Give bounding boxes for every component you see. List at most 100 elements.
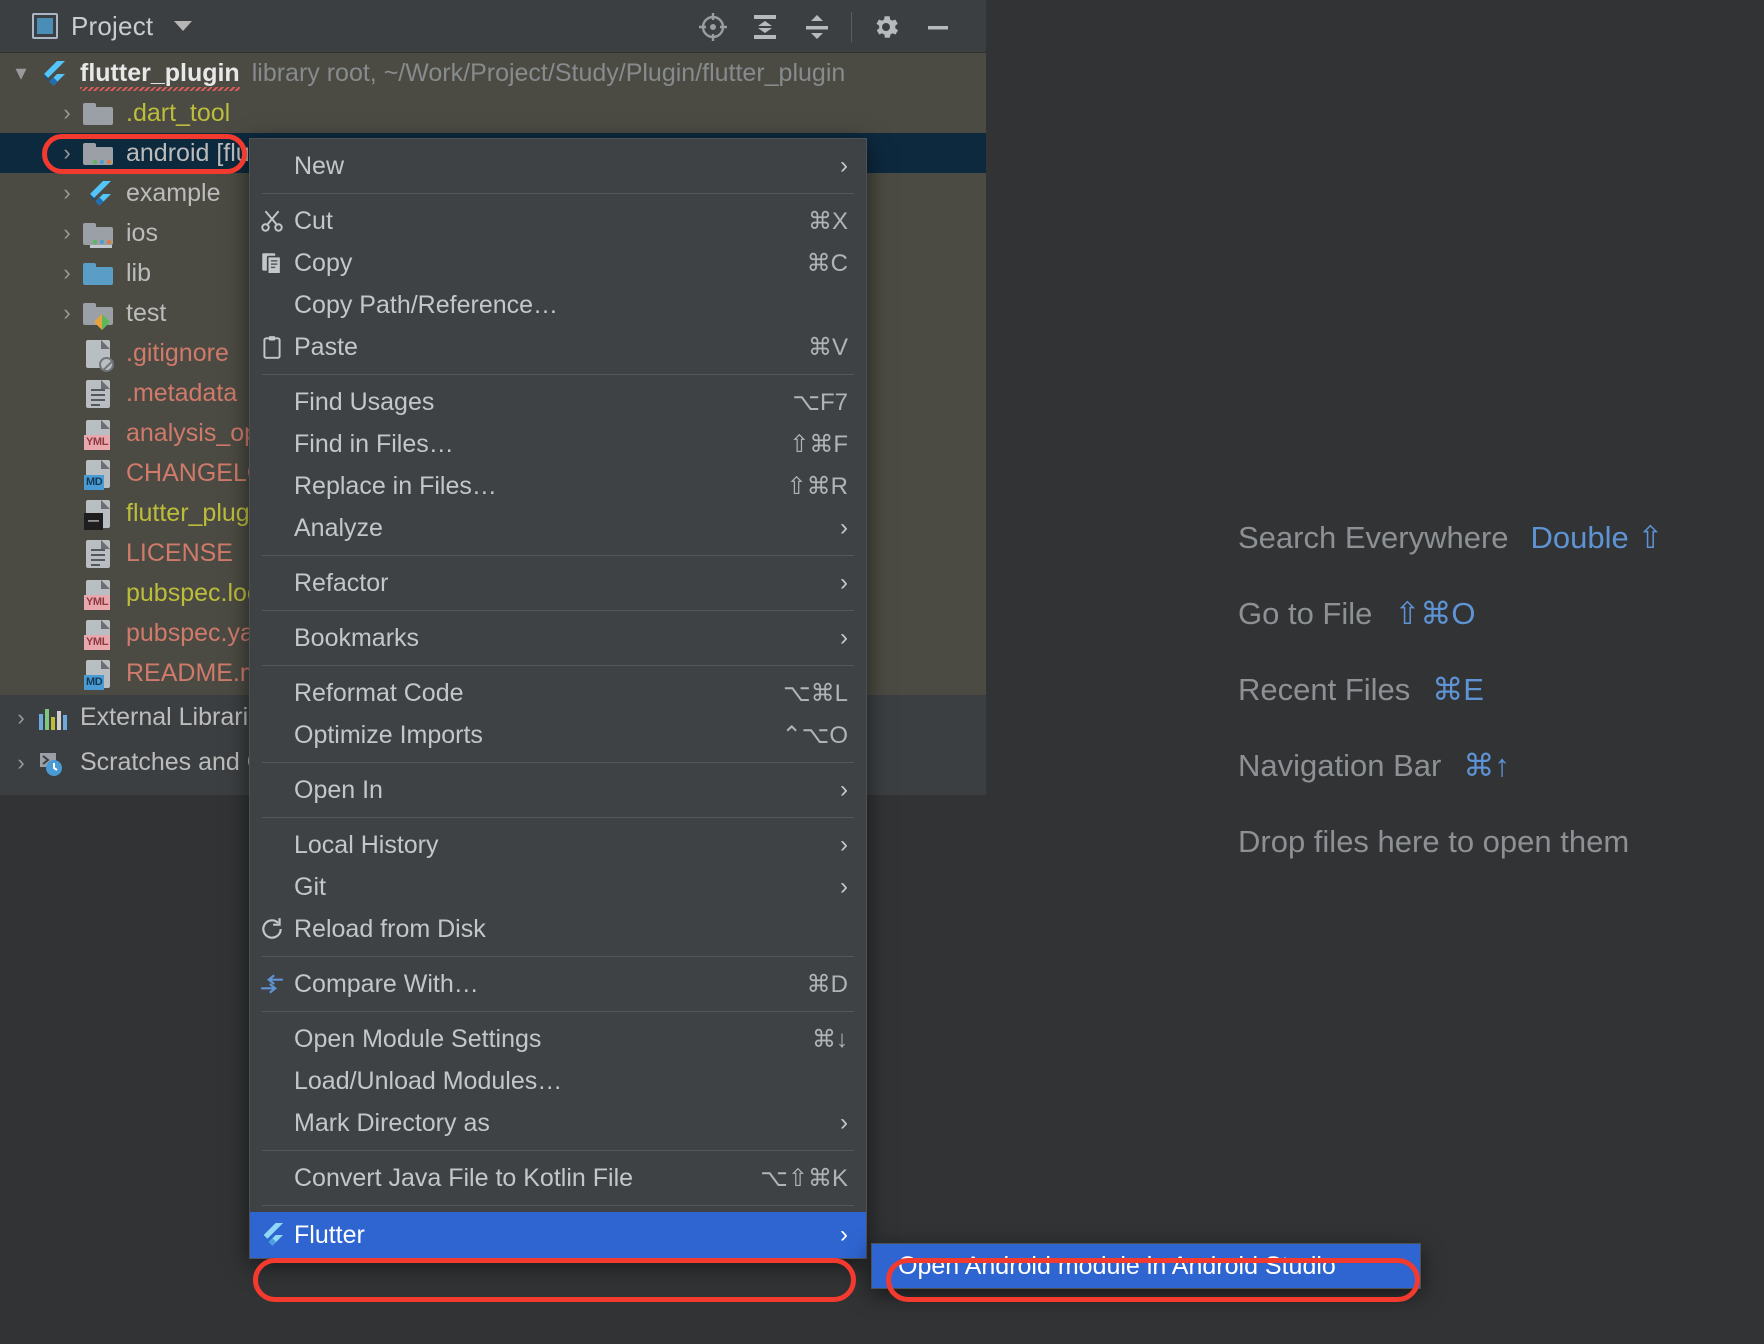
menu-item-load-unload-modules[interactable]: Load/Unload Modules…: [250, 1060, 866, 1102]
minimize-icon[interactable]: [912, 0, 964, 53]
hint-label: Navigation Bar: [1238, 748, 1442, 783]
menu-separator: [262, 1011, 854, 1012]
external-libraries-icon: [36, 703, 70, 733]
menu-item-label: Copy Path/Reference…: [294, 290, 559, 319]
hint-shortcut: ⌘E: [1432, 672, 1484, 707]
menu-item-convert-java-to-kotlin[interactable]: Convert Java File to Kotlin File ⌥⇧⌘K: [250, 1157, 866, 1199]
gear-icon[interactable]: [860, 0, 912, 53]
hint-label: Search Everywhere: [1238, 520, 1509, 555]
menu-separator: [262, 817, 854, 818]
menu-item-shortcut: ⌃⌥O: [781, 721, 848, 749]
tool-window-title-group[interactable]: Project: [0, 11, 193, 42]
chevron-right-icon[interactable]: ›: [6, 750, 36, 776]
tree-row-dart-tool[interactable]: › .dart_tool: [0, 93, 986, 133]
folder-blue-icon: [82, 258, 116, 288]
copy-icon: [250, 250, 294, 276]
file-yml-icon: YML: [82, 418, 116, 450]
scissors-icon: [250, 208, 294, 234]
menu-item-find-in-files[interactable]: Find in Files… ⇧⌘F: [250, 423, 866, 465]
menu-item-git[interactable]: Git ›: [250, 866, 866, 908]
file-yml-icon: YML: [82, 618, 116, 650]
chevron-right-icon: ›: [840, 1221, 848, 1248]
tree-row-label: example: [126, 178, 221, 207]
menu-item-optimize-imports[interactable]: Optimize Imports ⌃⌥O: [250, 714, 866, 756]
menu-item-open-module-settings[interactable]: Open Module Settings ⌘↓: [250, 1018, 866, 1060]
chevron-down-icon[interactable]: ▾: [6, 60, 36, 86]
menu-item-label: Optimize Imports: [294, 720, 483, 749]
menu-item-label: New: [294, 151, 345, 180]
chevron-right-icon[interactable]: ›: [52, 260, 82, 286]
menu-item-shortcut: ⌥⌘L: [782, 679, 848, 707]
chevron-right-icon[interactable]: ›: [52, 220, 82, 246]
chevron-right-icon[interactable]: ›: [52, 180, 82, 206]
menu-separator: [262, 956, 854, 957]
tool-window-header: Project: [0, 0, 986, 53]
menu-item-local-history[interactable]: Local History ›: [250, 824, 866, 866]
tree-row-suffix: library root, ~/Work/Project/Study/Plugi…: [251, 58, 846, 87]
file-md-icon: MD: [82, 658, 116, 690]
menu-item-analyze[interactable]: Analyze ›: [250, 507, 866, 549]
file-ignore-icon: [82, 338, 116, 372]
menu-item-copy-path-reference[interactable]: Copy Path/Reference…: [250, 284, 866, 326]
menu-separator: [262, 555, 854, 556]
menu-item-flutter[interactable]: Flutter ›: [250, 1212, 866, 1258]
tree-row-label: .metadata: [126, 378, 238, 407]
menu-item-copy[interactable]: Copy ⌘C: [250, 242, 866, 284]
menu-item-label: Local History: [294, 830, 439, 859]
project-icon: [32, 13, 58, 39]
editor-hints: Search Everywhere Double ⇧ Go to File ⇧⌘…: [1238, 520, 1663, 900]
chevron-right-icon[interactable]: ›: [52, 100, 82, 126]
chevron-down-icon[interactable]: [174, 21, 193, 31]
menu-item-label: Open Module Settings: [294, 1024, 542, 1053]
chevron-right-icon[interactable]: ›: [52, 140, 82, 166]
locate-icon[interactable]: [687, 0, 739, 53]
menu-item-new[interactable]: New ›: [250, 145, 866, 187]
hint-search-everywhere: Search Everywhere Double ⇧: [1238, 520, 1663, 556]
menu-item-open-in[interactable]: Open In ›: [250, 769, 866, 811]
chevron-right-icon: ›: [840, 569, 848, 596]
collapse-all-icon[interactable]: [791, 0, 843, 53]
folder-module-icon: [82, 218, 116, 248]
menu-item-find-usages[interactable]: Find Usages ⌥F7: [250, 381, 866, 423]
menu-item-reformat-code[interactable]: Reformat Code ⌥⌘L: [250, 672, 866, 714]
menu-item-reload-from-disk[interactable]: Reload from Disk: [250, 908, 866, 950]
submenu-item-open-android-module[interactable]: Open Android module in Android Studio: [872, 1244, 1420, 1288]
tree-row-flutter-plugin[interactable]: ▾ flutter_plugin library root, ~/Work/Pr…: [0, 53, 986, 93]
menu-item-label: Mark Directory as: [294, 1108, 490, 1137]
menu-item-label: Find Usages: [294, 387, 435, 416]
menu-item-paste[interactable]: Paste ⌘V: [250, 326, 866, 368]
menu-item-shortcut: ⌥⇧⌘K: [760, 1164, 848, 1192]
menu-item-label: Cut: [294, 206, 333, 235]
tool-window-actions: [687, 0, 986, 53]
context-menu[interactable]: New › Cut ⌘X Copy ⌘C Copy Path/Reference…: [249, 138, 867, 1259]
menu-item-bookmarks[interactable]: Bookmarks ›: [250, 617, 866, 659]
folder-module-icon: [82, 138, 116, 168]
menu-item-label: Replace in Files…: [294, 471, 497, 500]
menu-item-mark-directory-as[interactable]: Mark Directory as ›: [250, 1102, 866, 1144]
menu-item-shortcut: ⌥F7: [792, 388, 848, 416]
chevron-right-icon[interactable]: ›: [6, 705, 36, 731]
chevron-right-icon: ›: [840, 624, 848, 651]
chevron-right-icon[interactable]: ›: [52, 300, 82, 326]
tree-row-label: test: [126, 298, 167, 327]
flutter-submenu[interactable]: Open Android module in Android Studio: [871, 1243, 1421, 1289]
menu-item-label: Open In: [294, 775, 383, 804]
menu-item-replace-in-files[interactable]: Replace in Files… ⇧⌘R: [250, 465, 866, 507]
menu-item-cut[interactable]: Cut ⌘X: [250, 200, 866, 242]
hint-shortcut: ⇧⌘O: [1394, 596, 1476, 631]
menu-item-label: Bookmarks: [294, 623, 420, 652]
file-yml-icon: YML: [82, 578, 116, 610]
chevron-right-icon: ›: [840, 776, 848, 803]
menu-separator: [262, 762, 854, 763]
menu-item-refactor[interactable]: Refactor ›: [250, 562, 866, 604]
menu-item-label: Reload from Disk: [294, 914, 486, 943]
hint-drop-files: Drop files here to open them: [1238, 824, 1663, 860]
menu-item-label: Git: [294, 872, 326, 901]
hint-label: Recent Files: [1238, 672, 1411, 707]
expand-all-icon[interactable]: [739, 0, 791, 53]
menu-item-shortcut: ⇧⌘F: [789, 430, 848, 458]
menu-item-compare-with[interactable]: Compare With… ⌘D: [250, 963, 866, 1005]
tree-row-label: ios: [126, 218, 158, 247]
file-md-icon: MD: [82, 458, 116, 490]
menu-item-label: Find in Files…: [294, 429, 454, 458]
